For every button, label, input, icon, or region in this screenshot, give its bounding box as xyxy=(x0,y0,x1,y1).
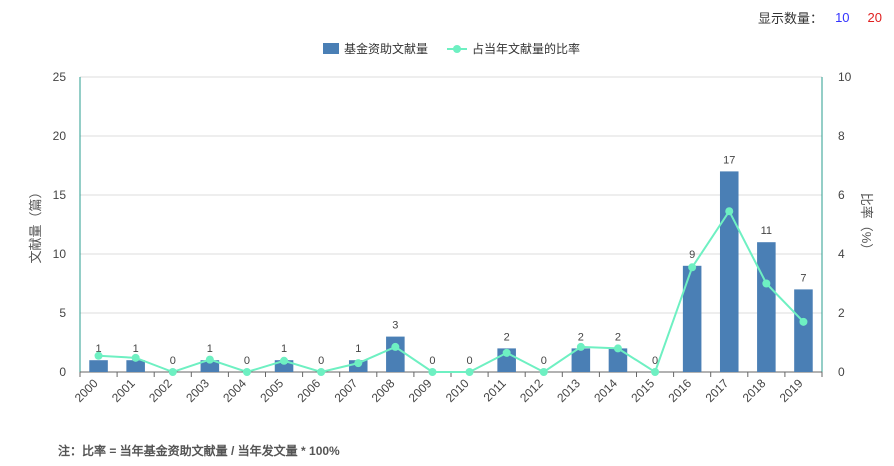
bar-data-label: 0 xyxy=(429,355,435,367)
chart: 051015202502468102000 2001 2002 2003 2004 200… xyxy=(28,41,874,405)
ratio-point xyxy=(428,368,437,376)
bar xyxy=(719,171,739,372)
x-tick-label: 2006 xyxy=(294,376,323,405)
bar-data-label: 11 xyxy=(761,225,772,237)
bar-data-label: 0 xyxy=(244,355,250,367)
bar-data-label: 0 xyxy=(318,355,324,367)
ratio-point xyxy=(576,342,585,351)
ratio-point xyxy=(317,368,326,376)
ratio-point xyxy=(465,368,474,376)
bar-data-label: 0 xyxy=(466,355,472,367)
bar xyxy=(682,265,702,372)
y2-tick-label: 4 xyxy=(838,247,845,261)
x-tick-label: 2001 xyxy=(109,376,138,405)
bar-data-label: 17 xyxy=(723,154,735,166)
x-tick-label: 2012 xyxy=(517,376,546,405)
x-tick-label: 2004 xyxy=(220,376,249,405)
ratio-point xyxy=(280,356,289,365)
y-tick-label: 0 xyxy=(59,365,66,379)
y-tick-label: 20 xyxy=(53,129,67,143)
x-tick-label: 2013 xyxy=(554,376,583,405)
ratio-point xyxy=(205,355,214,364)
ratio-point xyxy=(168,368,177,376)
ratio-point xyxy=(354,359,363,368)
bar-data-label: 1 xyxy=(355,343,361,355)
x-tick-label: 2019 xyxy=(777,376,806,405)
y-axis-title: 文献量（篇） xyxy=(28,185,43,263)
ratio-point xyxy=(539,368,548,376)
x-tick-label: 2016 xyxy=(665,376,694,405)
bar xyxy=(757,242,776,372)
ratio-point xyxy=(391,342,400,351)
chart-note: 注：比率 = 当年基金资助文献量 / 当年发文量 * 100% xyxy=(58,444,340,458)
ratio-point xyxy=(131,353,140,362)
x-tick-label: 2010 xyxy=(443,376,472,405)
ratio-point xyxy=(242,368,251,376)
x-tick-label: 2015 xyxy=(628,376,657,405)
y2-tick-label: 2 xyxy=(838,306,845,320)
bar-data-label: 7 xyxy=(800,272,806,284)
ratio-point xyxy=(613,344,622,353)
bar-data-label: 1 xyxy=(133,343,139,355)
ratio-point xyxy=(502,348,511,357)
bar-data-label: 2 xyxy=(504,331,510,343)
bar-data-label: 0 xyxy=(170,355,176,367)
bar xyxy=(126,360,145,372)
y2-tick-label: 0 xyxy=(838,365,845,379)
x-tick-label: 2007 xyxy=(332,376,361,405)
x-tick-label: 2003 xyxy=(183,376,212,405)
legend-bar-label: 基金资助文献量 xyxy=(344,41,428,56)
x-tick-label: 2005 xyxy=(257,376,286,405)
ratio-point xyxy=(725,207,734,216)
ratio-point xyxy=(799,317,808,326)
bar-data-label: 1 xyxy=(281,343,287,355)
x-tick-label: 2009 xyxy=(406,376,435,405)
x-tick-label: 2014 xyxy=(591,376,620,405)
legend-bar-swatch xyxy=(323,43,339,54)
bar-data-label: 3 xyxy=(392,320,398,332)
y-tick-label: 25 xyxy=(53,70,67,84)
bar-data-label: 1 xyxy=(207,343,213,355)
x-tick-label: 2002 xyxy=(146,376,175,405)
y2-axis-title: 比率（%） xyxy=(859,193,874,257)
legend-line-marker xyxy=(453,45,461,53)
x-tick-label: 2018 xyxy=(740,376,769,405)
x-tick-label: 2008 xyxy=(369,376,398,405)
bar-data-label: 2 xyxy=(578,331,584,343)
x-tick-label: 2017 xyxy=(703,376,732,405)
y2-tick-label: 10 xyxy=(838,70,852,84)
bar-data-label: 2 xyxy=(615,331,621,343)
x-tick-label: 2000 xyxy=(72,376,101,405)
y2-tick-label: 8 xyxy=(838,129,845,143)
y-tick-label: 5 xyxy=(59,306,66,320)
ratio-point xyxy=(651,368,660,376)
bar xyxy=(794,289,813,372)
y2-tick-label: 6 xyxy=(838,188,845,202)
ratio-point xyxy=(688,263,697,272)
x-tick-label: 2011 xyxy=(481,376,509,404)
y-tick-label: 15 xyxy=(53,188,67,202)
ratio-point xyxy=(94,351,103,360)
bar-data-label: 9 xyxy=(689,249,695,261)
bar xyxy=(89,360,108,372)
y-tick-label: 10 xyxy=(53,247,67,261)
bar-data-label: 0 xyxy=(541,355,547,367)
ratio-point xyxy=(762,279,771,288)
bar xyxy=(386,336,405,372)
legend-line-label: 占当年文献量的比率 xyxy=(472,41,580,56)
